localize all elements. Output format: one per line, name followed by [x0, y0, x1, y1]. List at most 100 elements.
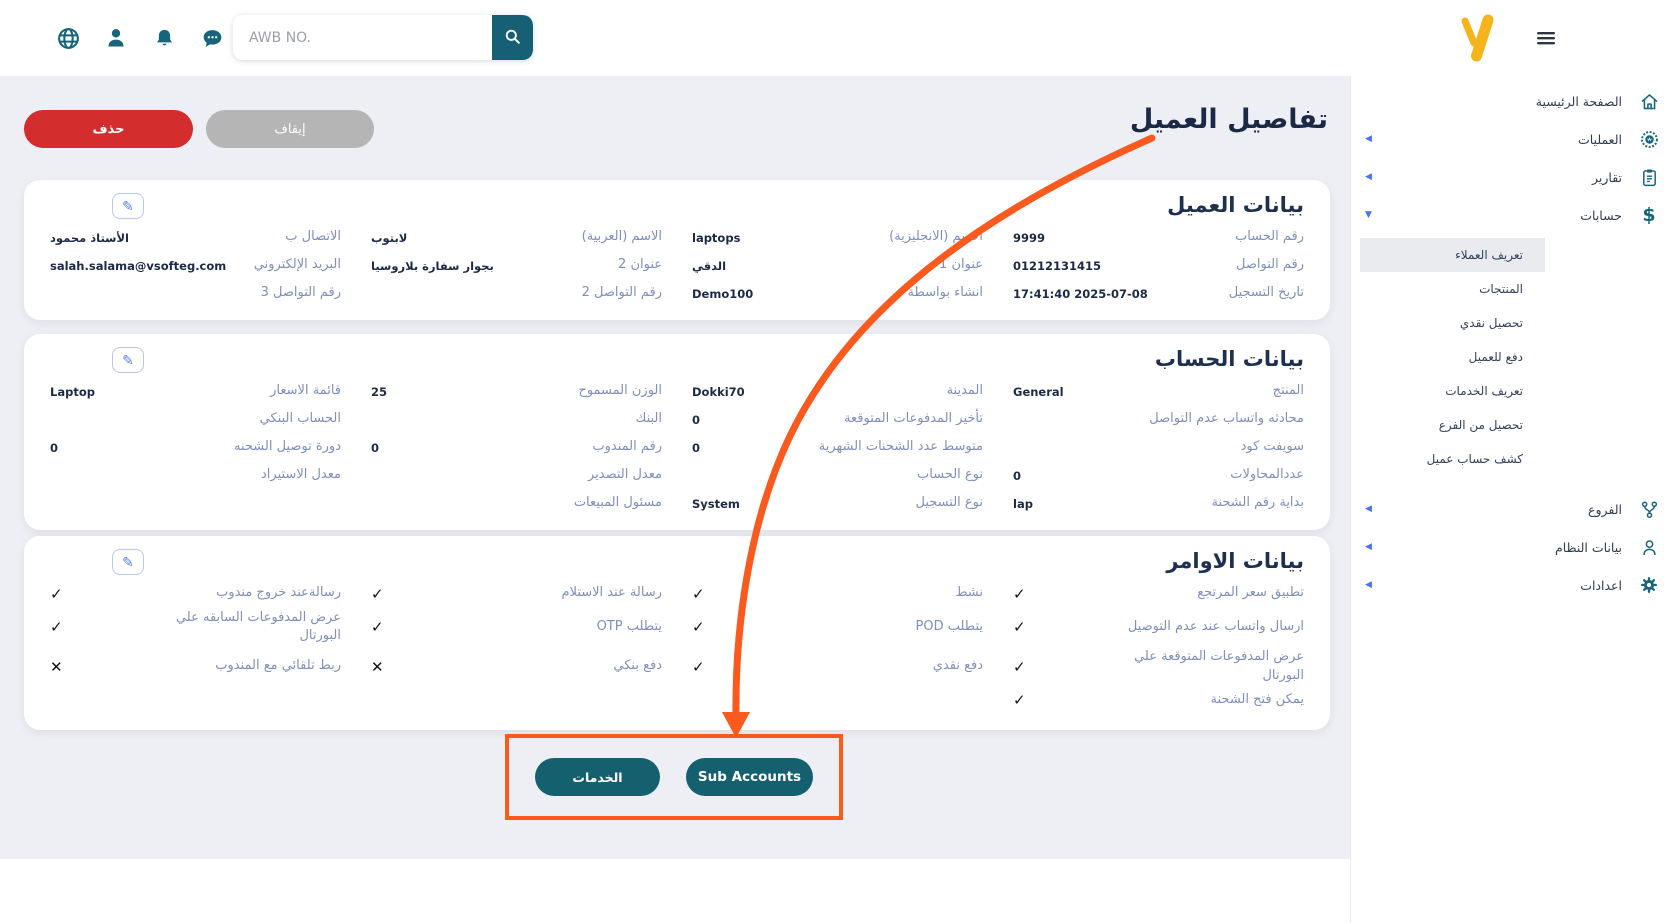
check-mark-icon: ✓: [692, 618, 705, 636]
chevron-down-icon: ▼: [1365, 210, 1372, 220]
sidebar-subitem-products[interactable]: المنتجات: [1360, 272, 1545, 306]
field: رسالةعند خروج مندوب✓: [50, 581, 341, 606]
sidebar-item-operations[interactable]: العمليات ◀: [1351, 120, 1680, 158]
sidebar-item-system-data[interactable]: بيانات النظام ◀: [1351, 528, 1680, 566]
field-label: يتطلب POD: [916, 618, 984, 636]
field: محادثه واتساب عدم التواصل: [1013, 407, 1304, 432]
sidebar: الصفحة الرئيسية العمليات ◀ تقارير ◀ $ حس…: [1350, 76, 1680, 923]
field-label: عرض المدفوعات السابقه علي البورتال: [131, 609, 341, 645]
sidebar-item-label: تقارير: [1592, 170, 1622, 185]
field-label: دورة توصيل الشحنه: [234, 438, 341, 456]
menu-hamburger-icon[interactable]: [1534, 26, 1558, 50]
field-label: ارسال واتساب عند عدم التوصيل: [1128, 618, 1304, 636]
sidebar-item-settings[interactable]: اعدادات ◀: [1351, 566, 1680, 604]
field-label: الاسم (العربية): [582, 228, 662, 246]
field-label: انشاء بواسطة: [907, 284, 983, 302]
field: تاريخ التسجيل 17:41:40 2025-07-08: [1013, 281, 1304, 306]
field-value: لابتوب: [371, 231, 407, 245]
field: ارسال واتساب عند عدم التوصيل✓: [1013, 609, 1304, 645]
field: دفع بنكي✕: [371, 648, 662, 684]
field-label: رقم التواصل 2: [582, 284, 662, 302]
field-label: نشط: [955, 584, 983, 602]
field-label: مسئول المبيعات: [574, 494, 662, 512]
annotation-highlight-box: الخدمات Sub Accounts: [505, 734, 843, 820]
check-mark-icon: ✓: [50, 585, 63, 603]
field: نوع الحساب: [692, 463, 983, 488]
sidebar-subitem-pay-to-customer[interactable]: دفع للعميل: [1360, 340, 1545, 374]
delete-button[interactable]: حذف: [24, 110, 193, 148]
field-label: الحساب البنكي: [260, 410, 341, 428]
field-label: تاريخ التسجيل: [1229, 284, 1304, 302]
field-value: الأستاذ محمود: [50, 231, 129, 245]
field-label: رسالة عند الاستلام: [562, 584, 662, 602]
edit-icon[interactable]: ✎: [112, 549, 144, 575]
sidebar-subitem-cash-collection[interactable]: تحصيل نقدي: [1360, 306, 1545, 340]
field-label: عنوان 2: [618, 256, 662, 274]
sidebar-subitem-customers[interactable]: تعريف العملاء: [1360, 238, 1545, 272]
sidebar-subitem-services-definition[interactable]: تعريف الخدمات: [1360, 374, 1545, 408]
field-label: دفع بنكي: [613, 657, 662, 675]
sidebar-item-branches[interactable]: الفروع ◀: [1351, 490, 1680, 528]
sidebar-item-home[interactable]: الصفحة الرئيسية: [1351, 82, 1680, 120]
check-mark-icon: ✓: [692, 658, 705, 676]
field: دفع نقدي✓: [692, 648, 983, 684]
field-label: الوزن المسموح: [578, 382, 662, 400]
field-label: تأخير المدفوعات المتوقعة: [844, 410, 983, 428]
sidebar-item-label: الصفحة الرئيسية: [1536, 94, 1622, 109]
chat-messages-icon[interactable]: [198, 24, 226, 52]
field: رقم التواصل 2: [371, 281, 662, 306]
field-label: عنوان 1: [939, 256, 983, 274]
check-mark-icon: ✓: [371, 585, 384, 603]
check-mark-icon: ✓: [371, 618, 384, 636]
cross-mark-icon: ✕: [50, 658, 63, 676]
field: يمكن فتح الشحنة✓: [1013, 688, 1304, 713]
check-mark-icon: ✓: [1013, 658, 1026, 676]
field-value: 0: [371, 441, 379, 455]
field-value: salah.salama@vsofteg.com: [50, 259, 226, 273]
field: المدينةDokki70: [692, 379, 983, 404]
edit-icon[interactable]: ✎: [112, 193, 144, 219]
field: رقم المندوب 0: [371, 435, 662, 460]
search-button[interactable]: [492, 15, 533, 60]
field: مسئول المبيعات: [371, 491, 662, 516]
field: الحساب البنكي: [50, 407, 341, 432]
sidebar-item-reports[interactable]: تقارير ◀: [1351, 158, 1680, 196]
sidebar-subitem-customer-statement[interactable]: كشف حساب عميل: [1360, 442, 1545, 476]
field-label: الاسم (الانجليزية): [889, 228, 983, 246]
field-value: 17:41:40 2025-07-08: [1013, 287, 1148, 301]
edit-icon[interactable]: ✎: [112, 347, 144, 373]
notifications-bell-icon[interactable]: [150, 24, 178, 52]
sidebar-subitem-branch-collection[interactable]: تحصيل من الفرع: [1360, 408, 1545, 442]
card-fields: رقم الحساب9999الاسم (الانجليزية)laptopsا…: [24, 223, 1330, 320]
orders-data-card: ✎ بيانات الاوامر تطبيق سعر المرتجع✓نشط✓ر…: [24, 536, 1330, 730]
sidebar-item-label: اعدادات: [1580, 578, 1622, 593]
field-value: General: [1013, 385, 1064, 399]
field: [692, 688, 983, 713]
field-label: رقم المندوب: [592, 438, 662, 456]
field-label: المدينة: [947, 382, 983, 400]
services-button[interactable]: الخدمات: [535, 758, 660, 796]
field: نوع التسجيلSystem: [692, 491, 983, 516]
sidebar-item-label: بيانات النظام: [1555, 540, 1622, 555]
field-value: 9999: [1013, 231, 1045, 245]
field-label: قائمة الاسعار: [270, 382, 341, 400]
sidebar-item-accounts[interactable]: $ حسابات ▼: [1351, 196, 1680, 234]
sub-accounts-button[interactable]: Sub Accounts: [686, 758, 813, 796]
language-globe-icon[interactable]: [54, 24, 82, 52]
field: قائمة الاسعارLaptop: [50, 379, 341, 404]
sidebar-item-label: حسابات: [1580, 208, 1622, 223]
field: [50, 491, 341, 516]
field: سويفت كود: [1013, 435, 1304, 460]
field: بداية رقم الشحنةlap: [1013, 491, 1304, 516]
field-label: البنك: [636, 410, 662, 428]
stop-button[interactable]: إيقاف: [206, 110, 374, 148]
field-label: المنتج: [1273, 382, 1304, 400]
field-value: 0: [692, 441, 700, 455]
field: البريد الإلكترونيsalah.salama@vsofteg.co…: [50, 253, 341, 278]
user-profile-icon[interactable]: [102, 24, 130, 52]
field: عرض المدفوعات المتوقعة علي البورتال✓: [1013, 648, 1304, 684]
check-mark-icon: ✓: [692, 585, 705, 603]
awb-search-input[interactable]: [233, 15, 492, 60]
field-label: يمكن فتح الشحنة: [1211, 691, 1304, 709]
field: معدل التصدير: [371, 463, 662, 488]
